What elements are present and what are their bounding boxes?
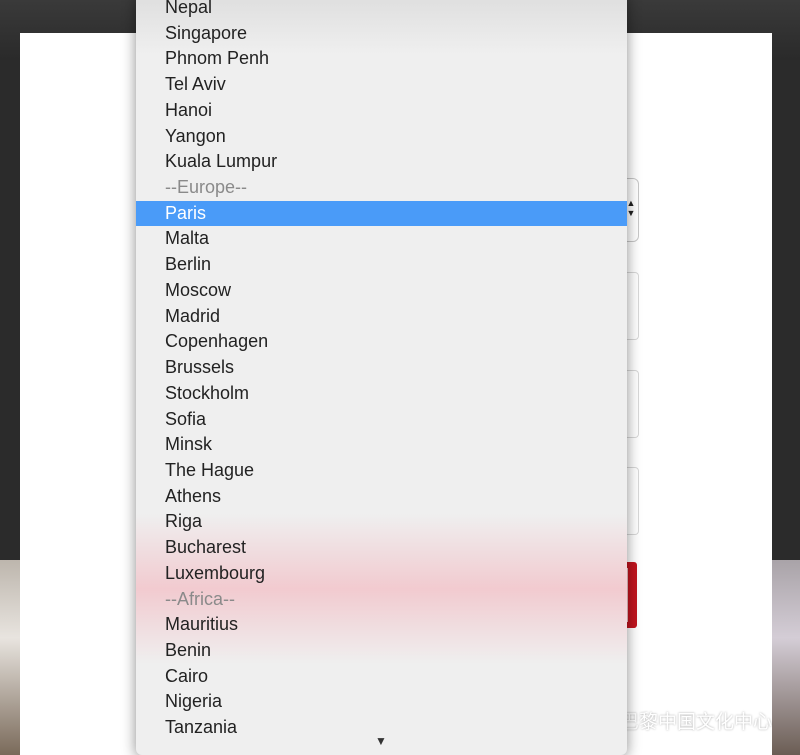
dropdown-optgroup-label: --Europe-- [165,177,248,198]
dropdown-option[interactable]: Sofia [136,407,627,433]
dropdown-option[interactable]: Stockholm [136,381,627,407]
watermark-text: 巴黎中国文化中心 [620,710,773,733]
dropdown-option[interactable]: Berlin [136,252,627,278]
dropdown-option[interactable]: The Hague [136,458,627,484]
dropdown-option[interactable]: Copenhagen [136,329,627,355]
dropdown-option[interactable]: Benin [136,638,627,664]
dropdown-option[interactable]: Cairo [136,664,627,690]
background-image-right [770,560,800,755]
dropdown-option[interactable]: Riga [136,509,627,535]
dropdown-option[interactable]: Moscow [136,278,627,304]
dropdown-option[interactable]: Athens [136,484,627,510]
city-dropdown-list[interactable]: Nepal Singapore Phnom Penh Tel Aviv Hanoi Yan… [136,0,627,755]
dropdown-option[interactable]: Mauritius [136,612,627,638]
dropdown-option[interactable]: Kuala Lumpur [136,149,627,175]
dropdown-option[interactable]: Hanoi [136,98,627,124]
dropdown-option[interactable]: Nepal [136,0,627,21]
dropdown-option[interactable]: Bucharest [136,535,627,561]
dropdown-option[interactable]: Paris [136,200,627,227]
dropdown-option[interactable]: Malta [136,226,627,252]
dropdown-option[interactable]: Madrid [136,304,627,330]
dropdown-option[interactable]: Brussels [136,355,627,381]
dropdown-option[interactable]: Luxembourg [136,561,627,587]
dropdown-optgroup-label: --Africa-- [165,588,235,609]
dropdown-option[interactable]: Tel Aviv [136,72,627,98]
dropdown-option[interactable]: Minsk [136,432,627,458]
dropdown-option[interactable]: Nigeria [136,689,627,715]
dropdown-option[interactable]: Yangon [136,124,627,150]
scroll-down-arrow-icon[interactable]: ▼ [373,735,389,747]
dropdown-option[interactable]: Phnom Penh [136,46,627,72]
dropdown-option[interactable]: Singapore [136,21,627,47]
